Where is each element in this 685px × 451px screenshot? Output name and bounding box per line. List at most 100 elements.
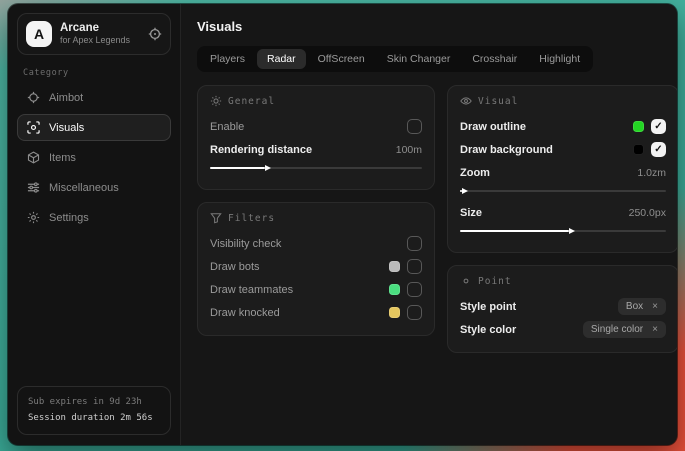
zoom-slider[interactable] (460, 187, 666, 195)
content-area: General Enable Rendering distance 100m (197, 85, 677, 353)
visibility-check-row: Visibility check (210, 232, 422, 255)
tab-radar[interactable]: Radar (257, 49, 306, 69)
funnel-icon (210, 212, 222, 224)
visuals-tabbar: Players Radar OffScreen Skin Changer Cro… (197, 46, 593, 72)
sun-icon (210, 95, 222, 107)
gear-icon (27, 211, 40, 224)
left-column: General Enable Rendering distance 100m (197, 85, 435, 336)
sidebar-item-miscellaneous[interactable]: Miscellaneous (17, 174, 171, 201)
draw-background-checkbox[interactable]: ✓ (651, 142, 666, 157)
draw-background-color-swatch[interactable] (633, 144, 644, 155)
size-row: Size 250.0px (460, 201, 666, 224)
visual-card-header: Visual (460, 95, 666, 107)
close-icon[interactable]: × (652, 324, 658, 335)
draw-knocked-row: Draw knocked (210, 301, 422, 324)
zoom-label: Zoom (460, 167, 490, 179)
rendering-distance-row: Rendering distance 100m (210, 138, 422, 161)
app-window: A Arcane for Apex Legends Category Aimbo… (8, 4, 677, 445)
style-color-value: Single color (591, 324, 643, 335)
size-value: 250.0px (629, 207, 666, 219)
size-slider[interactable] (460, 227, 666, 235)
enable-checkbox[interactable] (407, 119, 422, 134)
draw-knocked-color-swatch[interactable] (389, 307, 400, 318)
draw-outline-row: Draw outline ✓ (460, 115, 666, 138)
visual-card: Visual Draw outline ✓ Draw background (447, 85, 677, 253)
app-subtitle: for Apex Legends (60, 35, 130, 47)
app-logo: A (26, 21, 52, 47)
sidebar-item-label: Items (49, 152, 76, 164)
sidebar-item-label: Visuals (49, 122, 84, 134)
rendering-distance-slider[interactable] (210, 164, 422, 172)
visual-title: Visual (478, 96, 518, 107)
sidebar: A Arcane for Apex Legends Category Aimbo… (8, 4, 180, 445)
dot-icon (460, 275, 472, 287)
tab-highlight[interactable]: Highlight (529, 49, 590, 69)
subscription-info: Sub expires in 9d 23h Session duration 2… (17, 386, 171, 435)
slider-thumb[interactable] (210, 167, 265, 169)
draw-knocked-checkbox[interactable] (407, 305, 422, 320)
target-icon[interactable] (148, 27, 162, 41)
tab-offscreen[interactable]: OffScreen (308, 49, 375, 69)
general-card: General Enable Rendering distance 100m (197, 85, 435, 190)
page-title: Visuals (197, 19, 677, 34)
app-header: A Arcane for Apex Legends (17, 13, 171, 55)
draw-teammates-row: Draw teammates (210, 278, 422, 301)
visibility-check-checkbox[interactable] (407, 236, 422, 251)
tab-players[interactable]: Players (200, 49, 255, 69)
enable-row: Enable (210, 115, 422, 138)
crosshair-icon (27, 91, 40, 104)
rendering-distance-label: Rendering distance (210, 144, 312, 156)
draw-bots-label: Draw bots (210, 261, 260, 273)
session-duration-text: Session duration 2m 56s (28, 411, 160, 426)
zoom-row: Zoom 1.0zm (460, 161, 666, 184)
general-title: General (228, 96, 275, 107)
main-panel: Visuals Players Radar OffScreen Skin Cha… (180, 4, 677, 445)
sliders-icon (27, 181, 40, 194)
visibility-check-label: Visibility check (210, 238, 281, 250)
style-color-row: Style color Single color × (460, 318, 666, 341)
style-color-label: Style color (460, 324, 516, 336)
draw-background-label: Draw background (460, 144, 553, 156)
cube-icon (27, 151, 40, 164)
sidebar-item-label: Settings (49, 212, 89, 224)
draw-knocked-label: Draw knocked (210, 307, 280, 319)
sidebar-item-settings[interactable]: Settings (17, 204, 171, 231)
draw-bots-checkbox[interactable] (407, 259, 422, 274)
style-point-select[interactable]: Box × (618, 298, 666, 315)
sub-expires-text: Sub expires in 9d 23h (28, 395, 160, 410)
draw-bots-color-swatch[interactable] (389, 261, 400, 272)
tab-skin-changer[interactable]: Skin Changer (377, 49, 461, 69)
right-column: Visual Draw outline ✓ Draw background (447, 85, 677, 353)
sidebar-item-items[interactable]: Items (17, 144, 171, 171)
rendering-distance-value: 100m (396, 144, 422, 156)
draw-teammates-label: Draw teammates (210, 284, 293, 296)
style-color-select[interactable]: Single color × (583, 321, 666, 338)
filters-card: Filters Visibility check Draw bots (197, 202, 435, 336)
size-label: Size (460, 207, 482, 219)
draw-outline-color-swatch[interactable] (633, 121, 644, 132)
sidebar-item-visuals[interactable]: Visuals (17, 114, 171, 141)
point-card-header: Point (460, 275, 666, 287)
close-icon[interactable]: × (652, 301, 658, 312)
draw-teammates-checkbox[interactable] (407, 282, 422, 297)
sidebar-item-label: Miscellaneous (49, 182, 119, 194)
zoom-value: 1.0zm (637, 167, 666, 179)
draw-outline-checkbox[interactable]: ✓ (651, 119, 666, 134)
style-point-value: Box (626, 301, 643, 312)
point-title: Point (478, 276, 512, 287)
app-name: Arcane (60, 21, 130, 35)
point-card: Point Style point Box × Style color (447, 265, 677, 353)
slider-thumb[interactable] (460, 230, 569, 232)
filters-card-header: Filters (210, 212, 422, 224)
sidebar-item-aimbot[interactable]: Aimbot (17, 84, 171, 111)
style-point-label: Style point (460, 301, 516, 313)
slider-track (460, 190, 666, 192)
eye-scan-icon (27, 121, 40, 134)
draw-teammates-color-swatch[interactable] (389, 284, 400, 295)
tab-crosshair[interactable]: Crosshair (462, 49, 527, 69)
eye-icon (460, 95, 472, 107)
style-point-row: Style point Box × (460, 295, 666, 318)
general-card-header: General (210, 95, 422, 107)
category-label: Category (23, 68, 165, 78)
slider-thumb[interactable] (460, 190, 462, 192)
